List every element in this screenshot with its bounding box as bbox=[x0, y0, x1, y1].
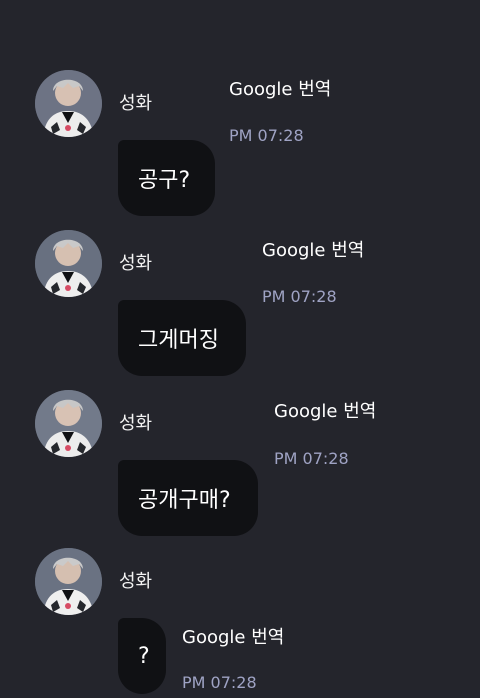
chat-message: 성화 그게머징 Google 번역 PM 07:28 bbox=[0, 230, 480, 380]
message-time: PM 07:28 bbox=[262, 287, 337, 306]
google-translate-link[interactable]: Google 번역 bbox=[274, 400, 376, 424]
profile-photo-icon[interactable] bbox=[35, 230, 102, 297]
chat-message: 성화 공구? Google 번역 PM 07:28 bbox=[0, 70, 480, 220]
message-time: PM 07:28 bbox=[229, 126, 304, 145]
profile-photo-icon[interactable] bbox=[35, 390, 102, 457]
message-text: 공개구매? bbox=[138, 488, 231, 513]
profile-photo-icon[interactable] bbox=[35, 70, 102, 137]
message-text: 그게머징 bbox=[138, 328, 219, 353]
google-translate-link[interactable]: Google 번역 bbox=[262, 239, 364, 263]
google-translate-link[interactable]: Google 번역 bbox=[182, 626, 284, 650]
sender-name: 성화 bbox=[119, 253, 153, 274]
message-bubble[interactable]: ? bbox=[118, 618, 166, 694]
message-text: ? bbox=[138, 643, 150, 669]
message-time: PM 07:28 bbox=[274, 449, 349, 468]
sender-name: 성화 bbox=[119, 413, 153, 434]
profile-photo-icon[interactable] bbox=[35, 548, 102, 615]
google-translate-link[interactable]: Google 번역 bbox=[229, 78, 331, 102]
chat-message: 성화 ? Google 번역 PM 07:28 bbox=[0, 548, 480, 698]
sender-name: 성화 bbox=[119, 571, 153, 592]
message-bubble[interactable]: 공구? bbox=[118, 140, 215, 216]
message-bubble[interactable]: 공개구매? bbox=[118, 460, 258, 536]
sender-name: 성화 bbox=[119, 93, 153, 114]
message-bubble[interactable]: 그게머징 bbox=[118, 300, 246, 376]
message-time: PM 07:28 bbox=[182, 673, 257, 692]
message-text: 공구? bbox=[138, 168, 191, 193]
chat-message: 성화 공개구매? Google 번역 PM 07:28 bbox=[0, 390, 480, 540]
